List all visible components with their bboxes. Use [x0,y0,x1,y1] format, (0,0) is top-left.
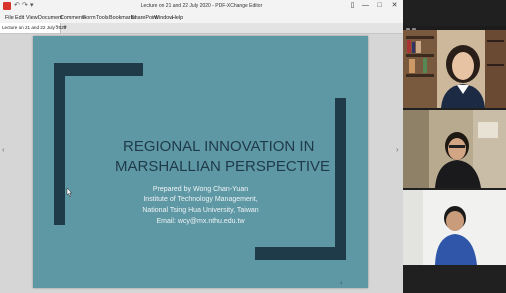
menu-form[interactable]: Form [83,14,96,22]
participant-3-video [403,190,506,265]
participant-2-video [403,110,506,188]
email-text: Email: wcy@mx.nthu.edu.tw [156,218,245,225]
document-tab[interactable]: Lecture on 21 and 22 July 2020 × [0,23,66,33]
slide-page: REGIONAL INNOVATION IN MARSHALLIAN PERSP… [33,36,368,288]
institute-text: Institute of Technology Management, [143,196,258,203]
ribbon-toggle-button[interactable]: ▯ [347,1,358,11]
menu-edit[interactable]: Edit [15,14,24,22]
prev-page-icon[interactable]: ‹ [2,145,5,154]
slide-title-line2: MARSHALLIAN PERSPECTIVE [115,158,331,175]
video-tile-participant-2[interactable] [403,110,506,188]
menu-tools[interactable]: Tools [96,14,109,22]
window-title: Lecture on 21 and 22 July 2020 - PDF-XCh… [140,3,263,9]
page-number: 1 [340,280,343,285]
slide-accent-bar-bottom [255,247,346,260]
minimize-button[interactable]: — [360,1,371,11]
mouse-cursor-icon [66,188,72,197]
menu-view[interactable]: View [26,14,38,22]
slide-accent-bar-top [54,63,143,76]
close-window-button[interactable]: ✕ [389,1,400,11]
menu-file[interactable]: File [5,14,14,22]
prepared-by-text: Prepared by Wong Chan-Yuan [152,186,249,193]
menu-window[interactable]: Window [154,14,173,22]
menu-bar: File Edit View Document Comments Form To… [0,13,403,23]
close-tab-icon[interactable]: × [55,24,58,30]
menu-help[interactable]: Help [172,14,183,22]
new-tab-icon[interactable]: + [63,23,67,33]
university-text: National Tsing Hua University, Taiwan [142,207,259,214]
maximize-button[interactable]: □ [374,1,385,11]
participant-1-video [403,30,506,108]
menu-document[interactable]: Document [38,14,63,22]
video-panel-footer [403,265,506,293]
title-bar: ↶ ↷ ▾ Lecture on 21 and 22 July 2020 - P… [0,0,403,13]
video-tile-participant-3[interactable] [403,190,506,265]
video-tile-participant-1[interactable] [403,30,506,108]
document-tab-bar: Lecture on 21 and 22 July 2020 × + [0,23,403,34]
pdf-editor-window: ↶ ↷ ▾ Lecture on 21 and 22 July 2020 - P… [0,0,403,293]
slide-accent-bar-right [335,98,346,260]
